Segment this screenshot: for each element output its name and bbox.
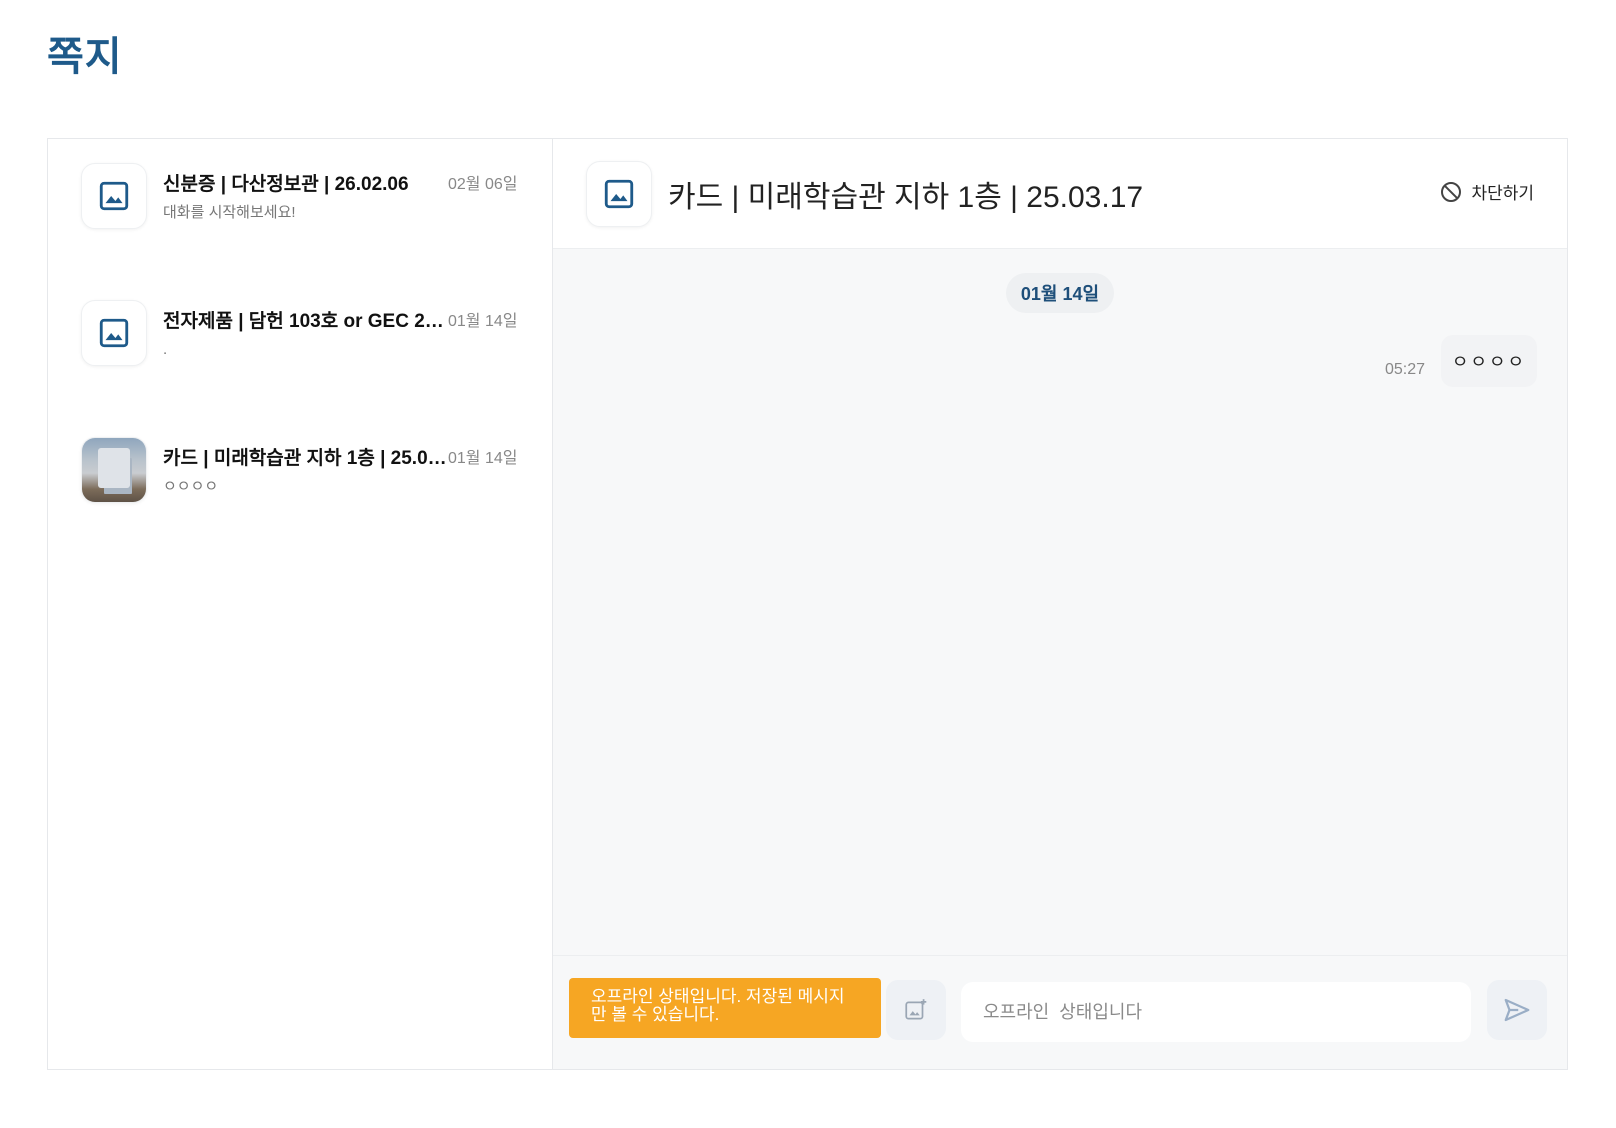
block-label: 차단하기 [1471, 184, 1534, 203]
messages-panel: 신분증 | 다산정보관 | 26.02.06 대화를 시작해보세요! 02월 0… [47, 138, 1568, 1070]
conversation-item[interactable]: 신분증 | 다산정보관 | 26.02.06 대화를 시작해보세요! 02월 0… [48, 163, 552, 300]
block-button[interactable]: 차단하기 [1439, 179, 1534, 204]
conversation-title: 카드 | 미래학습관 지하 1층 | 25.03.17 [163, 448, 448, 469]
page-title: 쪽지 [47, 35, 123, 79]
conversation-item[interactable]: 전자제품 | 담헌 103호 or GEC 20... . 01월 14일 [48, 300, 552, 437]
conversation-title: 전자제품 | 담헌 103호 or GEC 20... [163, 311, 448, 332]
send-icon [1504, 998, 1530, 1022]
image-placeholder-icon [586, 160, 652, 227]
attach-image-button[interactable] [886, 980, 946, 1040]
image-placeholder-icon [81, 300, 147, 366]
send-button[interactable] [1487, 980, 1547, 1040]
conversation-preview: ㅇㅇㅇㅇ [163, 478, 219, 495]
message-input[interactable] [961, 982, 1471, 1042]
conversation-preview: 대화를 시작해보세요! [163, 204, 296, 221]
image-placeholder-icon [81, 163, 147, 229]
conversation-title: 신분증 | 다산정보관 | 26.02.06 [163, 174, 409, 195]
conversation-item[interactable]: 카드 | 미래학습관 지하 1층 | 25.03.17 ㅇㅇㅇㅇ 01월 14일 [48, 437, 552, 574]
block-icon [1441, 181, 1462, 202]
offline-banner: 오프라인 상태입니다. 저장된 메시지만 볼 수 있습니다. [569, 978, 881, 1038]
message-input-bar: 오프라인 상태입니다. 저장된 메시지만 볼 수 있습니다. [553, 955, 1567, 1069]
item-photo [82, 438, 146, 502]
conversation-list: 신분증 | 다산정보관 | 26.02.06 대화를 시작해보세요! 02월 0… [48, 139, 553, 1069]
conversation-date: 01월 14일 [448, 450, 518, 467]
message-time: 05:27 [1385, 361, 1426, 378]
message-bubble: ㅇㅇㅇㅇ [1441, 335, 1537, 387]
date-separator: 01월 14일 [1006, 273, 1114, 313]
item-photo-thumbnail [81, 437, 147, 503]
chat-area: 카드 | 미래학습관 지하 1층 | 25.03.17 차단하기 01월 14일… [553, 139, 1567, 1069]
chat-header: 카드 | 미래학습관 지하 1층 | 25.03.17 차단하기 [553, 139, 1567, 249]
conversation-date: 02월 06일 [448, 176, 518, 193]
add-image-icon [905, 999, 927, 1020]
conversation-date: 01월 14일 [448, 313, 518, 330]
chat-title: 카드 | 미래학습관 지하 1층 | 25.03.17 [668, 180, 1144, 214]
conversation-preview: . [163, 341, 168, 358]
